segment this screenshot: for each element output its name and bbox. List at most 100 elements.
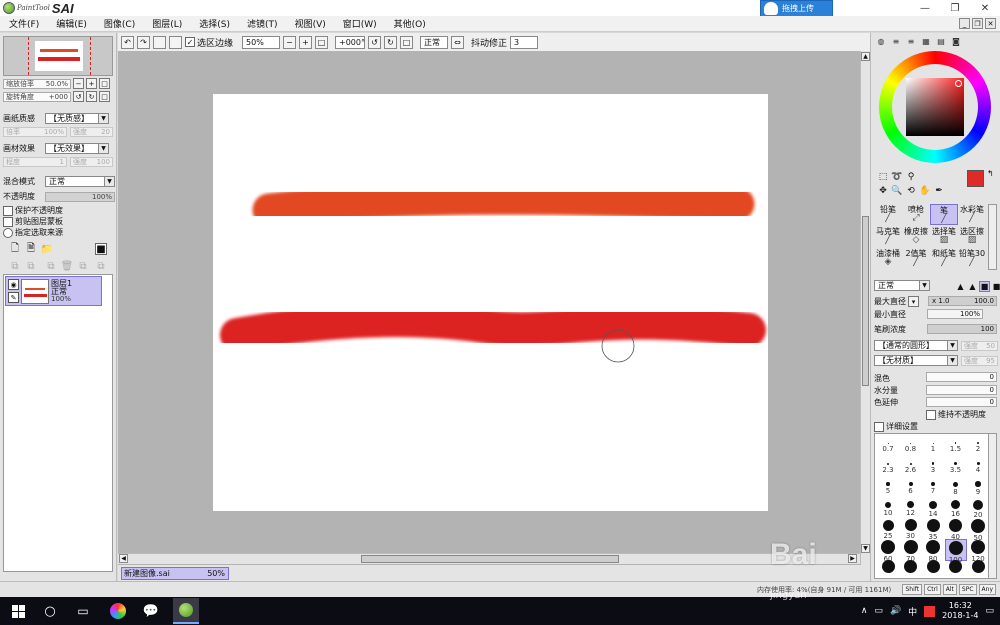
- brush-size-option[interactable]: 20: [967, 498, 989, 520]
- brush-select-eraser[interactable]: 选区擦 ▨: [958, 226, 986, 247]
- scroll-down-icon[interactable]: ▼: [861, 544, 870, 553]
- brush-marker[interactable]: 马克笔 ╱: [874, 226, 902, 247]
- vertical-scrollbar[interactable]: ▲ ▼: [860, 51, 870, 566]
- edge-medium-icon[interactable]: ▲: [967, 281, 978, 292]
- antivirus-icon[interactable]: [924, 605, 936, 617]
- stabilizer-field[interactable]: 3: [510, 35, 539, 49]
- magic-wand-icon[interactable]: ⚲: [905, 171, 917, 183]
- brush-size-option[interactable]: 40: [945, 518, 967, 541]
- paper-effect-select[interactable]: 【无效果】 ▼: [45, 143, 109, 154]
- menu-layer[interactable]: 图层(L): [143, 17, 190, 30]
- max-size-mult-icon[interactable]: ▾: [908, 296, 919, 307]
- brush-bucket[interactable]: 油漆桶 ◈: [874, 248, 902, 269]
- zoom-out-icon[interactable]: −: [283, 35, 297, 49]
- flip-icon[interactable]: ⇔: [451, 35, 465, 49]
- protect-opacity-checkbox[interactable]: [3, 205, 13, 216]
- hand-icon[interactable]: ✋: [919, 185, 931, 197]
- brush-mode-select[interactable]: 正常 ▼: [874, 280, 930, 291]
- brush-pencil[interactable]: 铅笔 ╱: [874, 204, 902, 225]
- upload-button[interactable]: 拖拽上传: [760, 0, 833, 17]
- nav-rotate-left-icon[interactable]: ↺: [73, 91, 84, 102]
- nav-zoom-slider[interactable]: 缩放倍率 50.0%: [3, 78, 71, 89]
- merge-visible-icon[interactable]: ⧉: [45, 260, 57, 272]
- edge-soft-icon[interactable]: ■: [979, 281, 990, 292]
- task-view-icon[interactable]: ▭: [75, 603, 91, 619]
- blend-mode-select[interactable]: 正常 ▼: [45, 176, 115, 187]
- brush-size-option[interactable]: 0.8: [900, 436, 922, 458]
- brush-shape-select[interactable]: 【通常的圆形】 ▼: [874, 340, 958, 351]
- nav-rotate-slider[interactable]: 旋转角度 +000: [3, 91, 71, 102]
- max-size-slider[interactable]: x 1.0 100.0: [928, 296, 997, 306]
- brush-size-option[interactable]: 80: [922, 539, 944, 563]
- brush-size-option[interactable]: 120: [967, 539, 989, 563]
- brush-texture-select[interactable]: 【无材质】 ▼: [874, 355, 958, 366]
- scratchpad-tab-icon[interactable]: ▤: [935, 36, 947, 47]
- rgb-slider-tab-icon[interactable]: ≡: [890, 36, 902, 47]
- vertical-scroll-thumb[interactable]: [862, 216, 869, 386]
- nav-rotate-right-icon[interactable]: ↻: [86, 91, 97, 102]
- horizontal-scroll-thumb[interactable]: [361, 555, 619, 563]
- wechat-app-icon[interactable]: 💬: [143, 603, 159, 619]
- brush-size-option[interactable]: 25: [877, 518, 899, 540]
- brush-size-option[interactable]: 9: [967, 477, 989, 499]
- ime-indicator[interactable]: 中: [908, 605, 917, 618]
- swatches-tab-icon[interactable]: ▦: [920, 36, 932, 47]
- nav-zoom-out-icon[interactable]: −: [73, 78, 84, 89]
- brush-size-option[interactable]: 2.6: [900, 457, 922, 479]
- hsv-slider-tab-icon[interactable]: ≡: [905, 36, 917, 47]
- opacity-slider[interactable]: 100%: [45, 191, 115, 202]
- menu-select[interactable]: 选择(S): [190, 17, 238, 30]
- zoom-field[interactable]: 50%: [242, 35, 281, 49]
- foreground-color-swatch[interactable]: [967, 170, 984, 187]
- brush-size-option[interactable]: 100: [944, 538, 967, 564]
- brush-size-option[interactable]: 16: [945, 498, 967, 520]
- brush-grid-scrollbar[interactable]: [988, 204, 997, 270]
- lasso-icon[interactable]: ➰: [891, 171, 903, 183]
- selection-edge-toggle[interactable]: ✓ 选区边缘: [185, 36, 233, 49]
- browser-app-icon[interactable]: [110, 603, 126, 619]
- undo-icon[interactable]: ↶: [121, 35, 134, 49]
- brush-size-option[interactable]: 12: [900, 498, 922, 520]
- edge-square-icon[interactable]: ■: [991, 281, 1000, 292]
- brush-icon[interactable]: ✎: [8, 292, 19, 303]
- search-icon[interactable]: ○: [42, 603, 58, 619]
- blend-mode-field[interactable]: 正常: [420, 35, 449, 49]
- clear-layer-icon[interactable]: ⧉: [77, 260, 89, 272]
- delete-layer-icon[interactable]: 🗑: [61, 260, 74, 272]
- min-size-slider[interactable]: 100%: [927, 309, 983, 319]
- start-button[interactable]: [10, 603, 26, 619]
- protect-opacity-option[interactable]: 保护不透明度: [3, 205, 63, 216]
- maximize-button[interactable]: ❐: [940, 0, 970, 16]
- volume-icon[interactable]: 🔊: [890, 606, 901, 616]
- nav-rotate-reset-icon[interactable]: □: [99, 91, 110, 102]
- brush-size-option[interactable]: [967, 559, 989, 581]
- scroll-right-icon[interactable]: ▶: [848, 554, 857, 563]
- brush-size-option[interactable]: 10: [877, 498, 899, 520]
- brush-size-option[interactable]: 5: [877, 477, 899, 499]
- horizontal-scrollbar[interactable]: ◀ ▶: [118, 553, 860, 564]
- edge-hard-icon[interactable]: ▲: [955, 281, 966, 292]
- color-wheel-tab-icon[interactable]: ◍: [875, 36, 887, 47]
- color-wheel[interactable]: [879, 51, 991, 163]
- copy-layer-icon[interactable]: ⧉: [9, 260, 21, 272]
- navigator[interactable]: [3, 36, 113, 76]
- zoom-icon[interactable]: 🔍: [891, 185, 903, 197]
- brush-size-option[interactable]: [900, 559, 922, 581]
- menu-image[interactable]: 图像(C): [95, 17, 143, 30]
- water-slider[interactable]: 0: [926, 385, 997, 395]
- doc-restore-icon[interactable]: ❐: [972, 18, 983, 29]
- move-icon[interactable]: ✥: [877, 185, 889, 197]
- network-icon[interactable]: ▭: [874, 606, 883, 616]
- brush-size-scrollbar[interactable]: [988, 433, 997, 579]
- brush-size-option[interactable]: 14: [922, 498, 944, 520]
- persistence-slider[interactable]: 0: [926, 397, 997, 407]
- menu-view[interactable]: 视图(V): [286, 17, 334, 30]
- scroll-left-icon[interactable]: ◀: [119, 554, 128, 563]
- new-linework-layer-icon[interactable]: 🗎: [25, 243, 37, 255]
- brush-pencil30[interactable]: 铅笔30 ╱: [958, 248, 986, 269]
- document-tab[interactable]: 新建图像.sai 50%: [121, 567, 229, 580]
- brush-watercolor[interactable]: 水彩笔 ╱: [958, 204, 986, 225]
- scroll-up-icon[interactable]: ▲: [861, 52, 870, 61]
- brush-size-option[interactable]: 70: [900, 539, 922, 563]
- clipping-group-checkbox[interactable]: [3, 216, 13, 227]
